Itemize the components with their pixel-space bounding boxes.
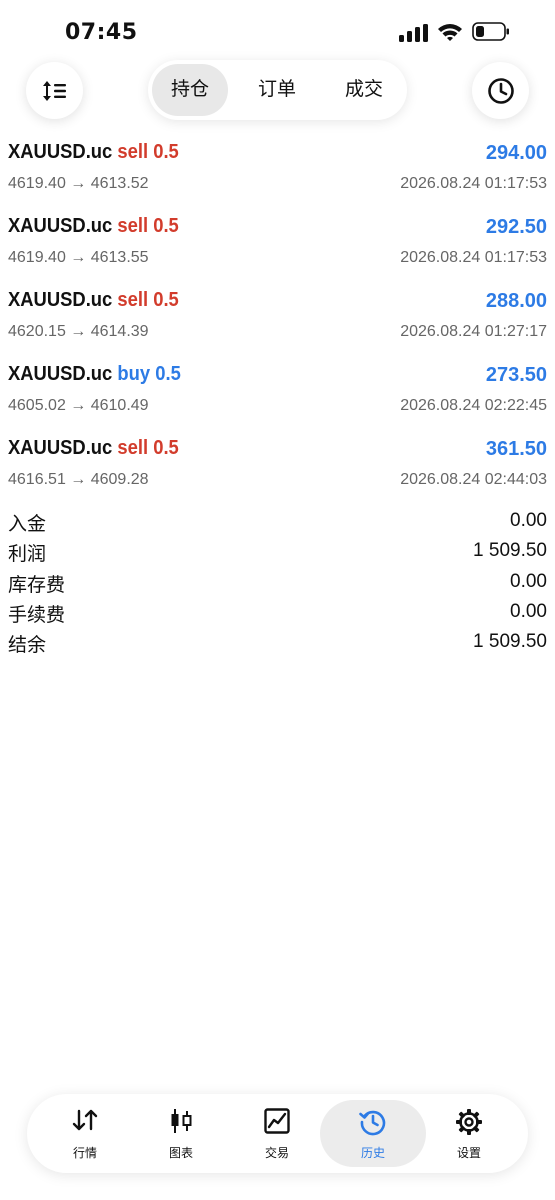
deal-prices: 4619.40 → 4613.52 (8, 175, 149, 192)
deal-time: 2026.08.24 01:17:53 (400, 175, 547, 192)
deal-volume: 0.5 (153, 437, 179, 459)
deal-title: XAUUSD.uc sell 0.5 (8, 289, 179, 312)
tab-positions[interactable]: 持仓 (152, 64, 228, 116)
candlestick-chart-icon (171, 1109, 192, 1133)
nav-label: 历史 (360, 1146, 385, 1160)
deal-row[interactable]: XAUUSD.uc sell 0.5 288.00 4620.15 → 4614… (0, 286, 555, 360)
nav-trade[interactable]: 交易 (229, 1094, 325, 1173)
nav-label: 设置 (456, 1146, 481, 1160)
cellular-signal-icon (399, 24, 429, 42)
deal-side: sell (117, 289, 149, 311)
deal-side: sell (117, 141, 149, 163)
sort-icon (42, 80, 66, 101)
nav-chart[interactable]: 图表 (133, 1094, 229, 1173)
nav-label: 交易 (264, 1146, 289, 1160)
deal-profit: 292.50 (485, 216, 547, 238)
tab-orders[interactable]: 订单 (240, 64, 314, 116)
period-button[interactable] (472, 62, 529, 119)
battery-icon (472, 22, 509, 41)
deal-prices: 4619.40 → 4613.55 (8, 249, 149, 266)
deal-time: 2026.08.24 01:17:53 (400, 249, 547, 266)
deal-prices: 4620.15 → 4614.39 (8, 323, 149, 340)
deal-profit: 273.50 (485, 364, 547, 386)
deal-time: 2026.08.24 02:44:03 (400, 471, 547, 488)
deal-time: 2026.08.24 02:22:45 (400, 397, 547, 414)
summary-row-swap: 库存费 0.00 (0, 568, 555, 598)
nav-history[interactable]: 历史 (320, 1094, 426, 1173)
history-icon (359, 1110, 386, 1136)
summary-value: 0.00 (510, 570, 547, 592)
summary-row-deposit: 入金 0.00 (0, 507, 555, 537)
summary-label: 利润 (8, 544, 47, 566)
history-type-segmented-control: 持仓 订单 成交 (148, 60, 407, 120)
nav-label: 图表 (168, 1146, 193, 1160)
deal-title: XAUUSD.uc buy 0.5 (8, 363, 181, 386)
deal-prices: 4616.51 → 4609.28 (8, 471, 149, 488)
status-bar: 07:45 (0, 0, 555, 66)
deal-row[interactable]: XAUUSD.uc sell 0.5 292.50 4619.40 → 4613… (0, 212, 555, 286)
summary-label: 结余 (8, 635, 47, 657)
deal-symbol: XAUUSD.uc (8, 141, 113, 163)
trade-chart-icon (264, 1108, 290, 1134)
summary-value: 0.00 (510, 600, 547, 622)
deal-row[interactable]: XAUUSD.uc sell 0.5 294.00 4619.40 → 4613… (0, 138, 555, 212)
deal-time: 2026.08.24 01:27:17 (400, 323, 547, 340)
deal-row[interactable]: XAUUSD.uc buy 0.5 273.50 4605.02 → 4610.… (0, 360, 555, 434)
gear-icon (456, 1109, 482, 1135)
deal-symbol: XAUUSD.uc (8, 437, 113, 459)
wifi-icon (438, 24, 462, 41)
deal-symbol: XAUUSD.uc (8, 363, 113, 385)
history-summary: 入金 0.00 利润 1 509.50 库存费 0.00 手续费 0.00 结余… (0, 507, 555, 658)
deal-row[interactable]: XAUUSD.uc sell 0.5 361.50 4616.51 → 4609… (0, 434, 555, 508)
summary-row-profit: 利润 1 509.50 (0, 537, 555, 567)
deal-side: sell (117, 215, 149, 237)
deal-profit: 294.00 (485, 142, 547, 164)
deal-profit: 361.50 (485, 438, 547, 460)
deal-side: sell (117, 437, 149, 459)
deal-volume: 0.5 (153, 141, 179, 163)
deal-side: buy (117, 363, 151, 385)
deal-title: XAUUSD.uc sell 0.5 (8, 141, 179, 164)
summary-value: 1 509.50 (473, 631, 547, 653)
deals-list: XAUUSD.uc sell 0.5 294.00 4619.40 → 4613… (0, 138, 555, 508)
nav-quotes[interactable]: 行情 (37, 1094, 133, 1173)
sort-button[interactable] (26, 62, 83, 119)
deal-profit: 288.00 (485, 290, 547, 312)
status-time: 07:45 (65, 20, 138, 45)
deal-prices: 4605.02 → 4610.49 (8, 397, 149, 414)
deal-volume: 0.5 (153, 289, 179, 311)
deal-symbol: XAUUSD.uc (8, 289, 113, 311)
quotes-arrows-icon (72, 1109, 98, 1131)
summary-label: 入金 (8, 514, 47, 535)
summary-value: 0.00 (510, 510, 547, 531)
tab-deals[interactable]: 成交 (326, 64, 402, 116)
bottom-nav: 行情 图表 交易 历史 设置 (27, 1094, 528, 1173)
summary-row-commission: 手续费 0.00 (0, 598, 555, 628)
summary-row-balance: 结余 1 509.50 (0, 628, 555, 658)
nav-label: 行情 (72, 1146, 97, 1160)
summary-label: 库存费 (8, 574, 66, 596)
deal-title: XAUUSD.uc sell 0.5 (8, 215, 179, 238)
clock-icon (487, 77, 514, 104)
summary-value: 1 509.50 (473, 540, 547, 562)
deal-volume: 0.5 (155, 363, 181, 385)
deal-volume: 0.5 (153, 215, 179, 237)
deal-title: XAUUSD.uc sell 0.5 (8, 437, 179, 460)
deal-symbol: XAUUSD.uc (8, 215, 113, 237)
summary-label: 手续费 (8, 604, 66, 626)
nav-settings[interactable]: 设置 (421, 1094, 517, 1173)
